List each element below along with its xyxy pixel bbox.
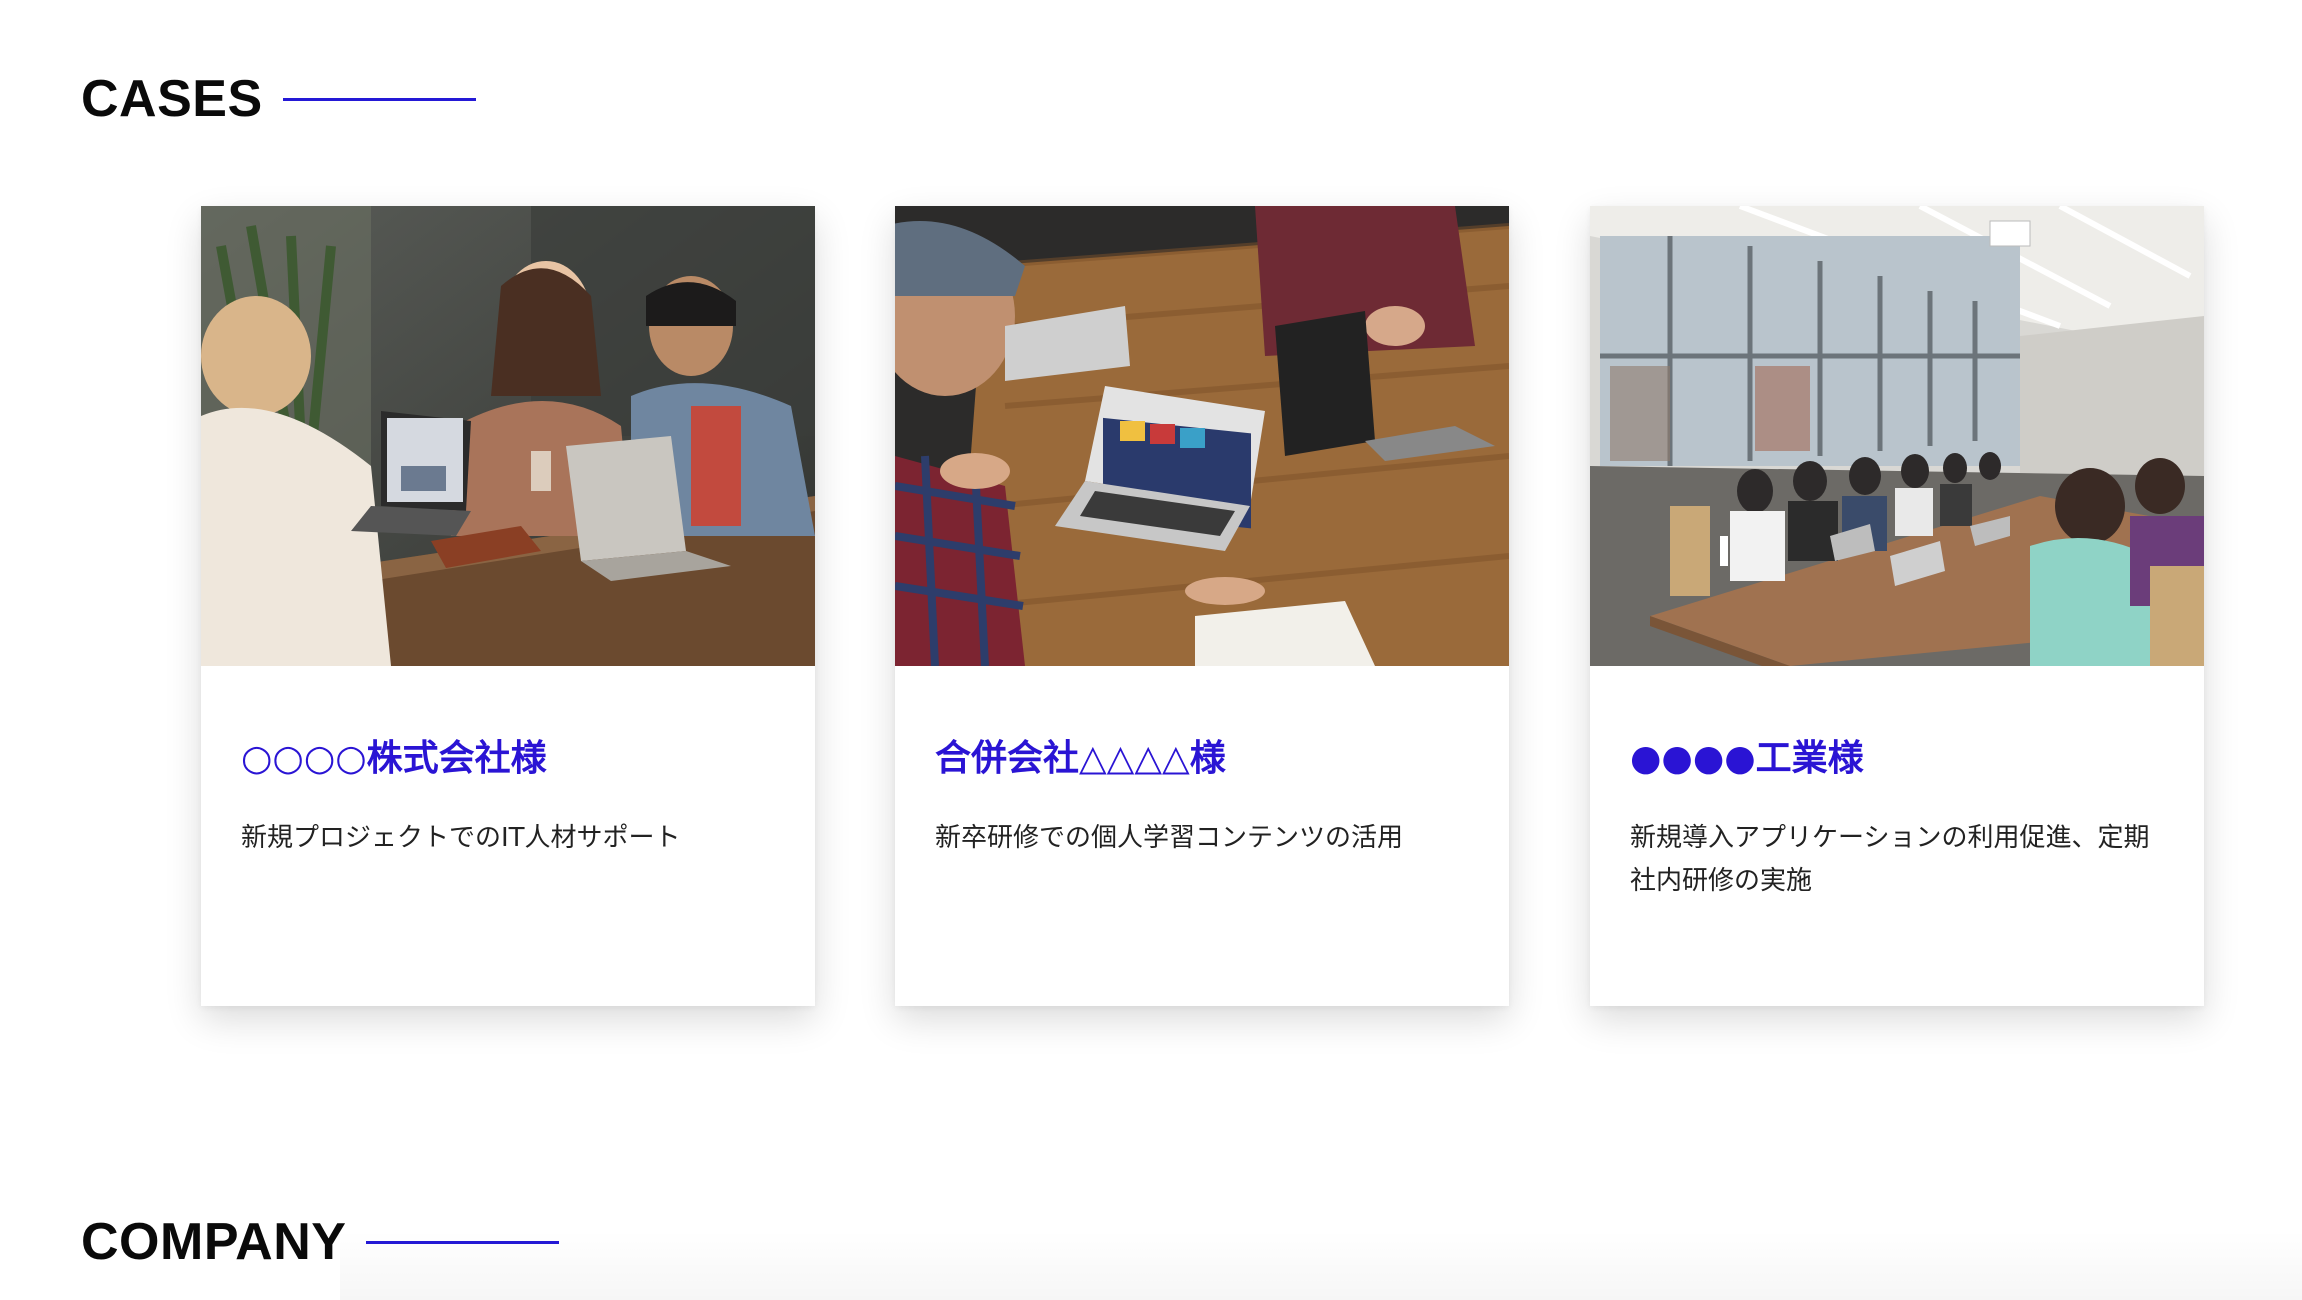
page: CASES ○○○○株式会社様 新規プロジェクトでのIT人材サポート 合併会社△…: [0, 0, 2302, 1300]
case-description: 新規導入アプリケーションの利用促進、定期社内研修の実施: [1630, 822, 2150, 896]
case-photo: [1590, 206, 2204, 666]
cases-heading-text: CASES: [81, 70, 263, 128]
case-card[interactable]: 合併会社△△△△様 新卒研修での個人学習コンテンツの活用: [895, 206, 1509, 1006]
case-photo: [201, 206, 815, 666]
case-title[interactable]: ○○○○株式会社様: [241, 736, 775, 783]
company-heading-text: COMPANY: [81, 1213, 347, 1271]
case-description: 新卒研修での個人学習コンテンツの活用: [935, 822, 1404, 853]
case-card[interactable]: ○○○○株式会社様 新規プロジェクトでのIT人材サポート: [201, 206, 815, 1006]
bottom-shadow: [340, 1230, 2302, 1300]
case-cards: ○○○○株式会社様 新規プロジェクトでのIT人材サポート 合併会社△△△△様 新…: [201, 206, 2204, 1006]
cases-section-heading: CASES: [81, 73, 476, 125]
case-card[interactable]: ●●●●工業様 新規導入アプリケーションの利用促進、定期社内研修の実施: [1590, 206, 2204, 1006]
case-photo: [895, 206, 1509, 666]
heading-underline: [282, 97, 476, 101]
case-title[interactable]: 合併会社△△△△様: [935, 736, 1469, 783]
case-title[interactable]: ●●●●工業様: [1630, 736, 2164, 783]
case-description: 新規プロジェクトでのIT人材サポート: [241, 822, 681, 853]
